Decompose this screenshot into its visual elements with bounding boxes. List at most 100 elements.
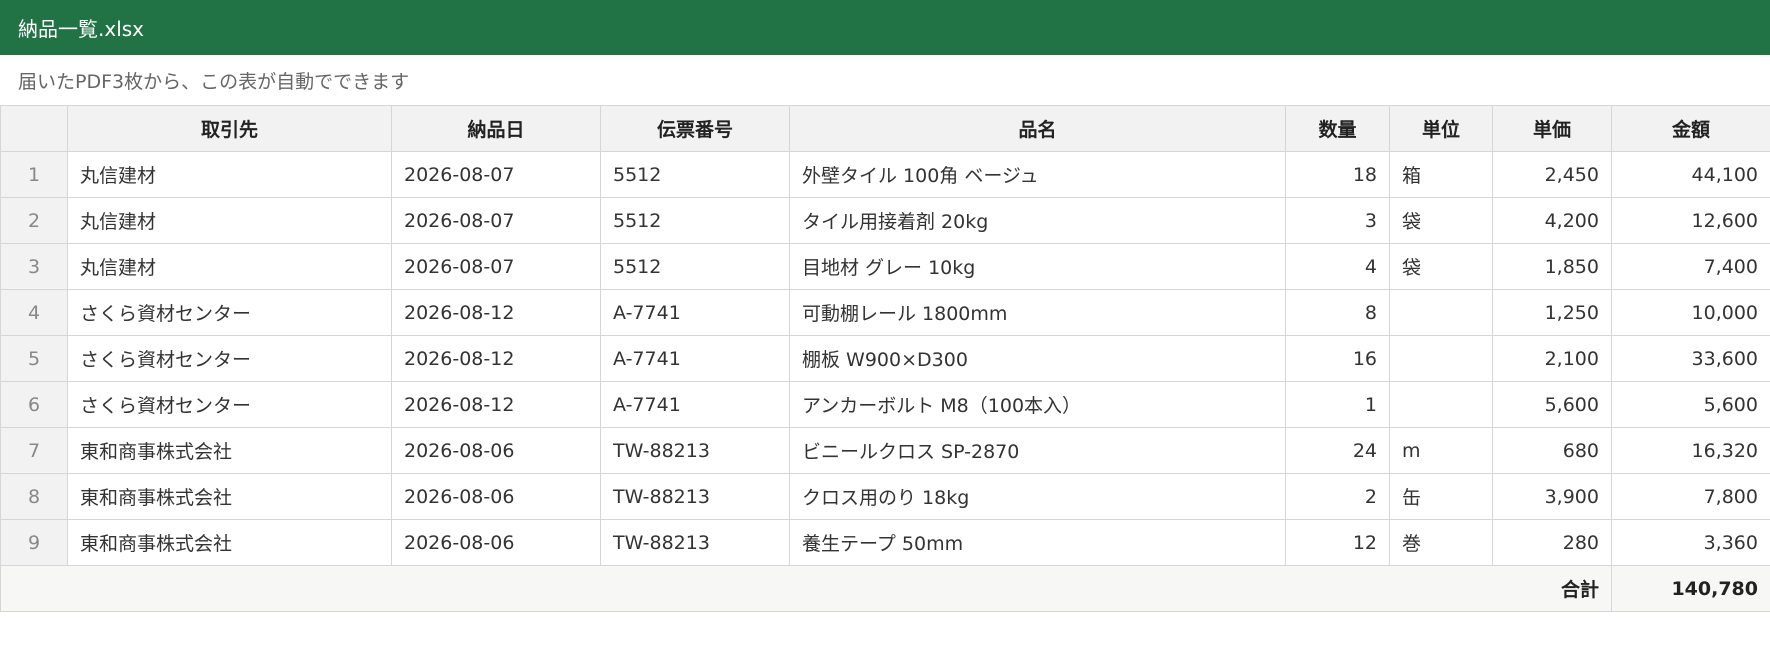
price-cell[interactable]: 2,450 xyxy=(1492,151,1612,198)
slip-cell[interactable]: 5512 xyxy=(600,151,790,198)
item-cell[interactable]: アンカーボルト M8（100本入） xyxy=(789,381,1286,428)
header-row: 取引先 納品日 伝票番号 品名 数量 単位 単価 金額 xyxy=(0,105,1770,152)
date-cell[interactable]: 2026-08-12 xyxy=(391,289,601,336)
qty-cell[interactable]: 12 xyxy=(1285,519,1390,566)
amount-cell[interactable]: 12,600 xyxy=(1611,197,1770,244)
unit-cell[interactable] xyxy=(1389,335,1493,382)
table-row: 7 東和商事株式会社 2026-08-06 TW-88213 ビニールクロス S… xyxy=(0,427,1770,474)
vendor-cell[interactable]: 丸信建材 xyxy=(67,151,392,198)
price-cell[interactable]: 3,900 xyxy=(1492,473,1612,520)
slip-cell[interactable]: 5512 xyxy=(600,243,790,290)
price-cell[interactable]: 5,600 xyxy=(1492,381,1612,428)
column-header-vendor[interactable]: 取引先 xyxy=(67,105,392,152)
column-header-item[interactable]: 品名 xyxy=(789,105,1286,152)
column-header-date[interactable]: 納品日 xyxy=(391,105,601,152)
date-cell[interactable]: 2026-08-06 xyxy=(391,519,601,566)
price-cell[interactable]: 280 xyxy=(1492,519,1612,566)
row-number[interactable]: 7 xyxy=(0,427,68,474)
vendor-cell[interactable]: さくら資材センター xyxy=(67,381,392,428)
item-cell[interactable]: 養生テープ 50mm xyxy=(789,519,1286,566)
vendor-cell[interactable]: 東和商事株式会社 xyxy=(67,427,392,474)
amount-cell[interactable]: 5,600 xyxy=(1611,381,1770,428)
delivery-table: 取引先 納品日 伝票番号 品名 数量 単位 単価 金額 1 丸信建材 2026-… xyxy=(0,105,1770,612)
row-number[interactable]: 5 xyxy=(0,335,68,382)
qty-cell[interactable]: 18 xyxy=(1285,151,1390,198)
price-cell[interactable]: 680 xyxy=(1492,427,1612,474)
unit-cell[interactable]: 箱 xyxy=(1389,151,1493,198)
item-cell[interactable]: 可動棚レール 1800mm xyxy=(789,289,1286,336)
table-row: 5 さくら資材センター 2026-08-12 A-7741 棚板 W900×D3… xyxy=(0,335,1770,382)
slip-cell[interactable]: TW-88213 xyxy=(600,473,790,520)
table-row: 4 さくら資材センター 2026-08-12 A-7741 可動棚レール 180… xyxy=(0,289,1770,336)
amount-cell[interactable]: 7,800 xyxy=(1611,473,1770,520)
slip-cell[interactable]: A-7741 xyxy=(600,381,790,428)
price-cell[interactable]: 1,250 xyxy=(1492,289,1612,336)
item-cell[interactable]: クロス用のり 18kg xyxy=(789,473,1286,520)
item-cell[interactable]: 目地材 グレー 10kg xyxy=(789,243,1286,290)
date-cell[interactable]: 2026-08-07 xyxy=(391,151,601,198)
column-header-price[interactable]: 単価 xyxy=(1492,105,1612,152)
date-cell[interactable]: 2026-08-12 xyxy=(391,381,601,428)
table-row: 8 東和商事株式会社 2026-08-06 TW-88213 クロス用のり 18… xyxy=(0,473,1770,520)
row-number[interactable]: 4 xyxy=(0,289,68,336)
unit-cell[interactable]: m xyxy=(1389,427,1493,474)
unit-cell[interactable]: 袋 xyxy=(1389,243,1493,290)
window-titlebar: 納品一覧.xlsx xyxy=(0,0,1770,55)
item-cell[interactable]: 棚板 W900×D300 xyxy=(789,335,1286,382)
vendor-cell[interactable]: さくら資材センター xyxy=(67,289,392,336)
amount-cell[interactable]: 44,100 xyxy=(1611,151,1770,198)
slip-cell[interactable]: TW-88213 xyxy=(600,519,790,566)
total-label[interactable]: 合計 xyxy=(0,565,1612,612)
item-cell[interactable]: ビニールクロス SP-2870 xyxy=(789,427,1286,474)
item-cell[interactable]: 外壁タイル 100角 ベージュ xyxy=(789,151,1286,198)
row-number[interactable]: 8 xyxy=(0,473,68,520)
date-cell[interactable]: 2026-08-06 xyxy=(391,427,601,474)
price-cell[interactable]: 2,100 xyxy=(1492,335,1612,382)
date-cell[interactable]: 2026-08-12 xyxy=(391,335,601,382)
amount-cell[interactable]: 33,600 xyxy=(1611,335,1770,382)
date-cell[interactable]: 2026-08-07 xyxy=(391,243,601,290)
qty-cell[interactable]: 4 xyxy=(1285,243,1390,290)
qty-cell[interactable]: 24 xyxy=(1285,427,1390,474)
vendor-cell[interactable]: 丸信建材 xyxy=(67,243,392,290)
vendor-cell[interactable]: 丸信建材 xyxy=(67,197,392,244)
unit-cell[interactable] xyxy=(1389,381,1493,428)
unit-cell[interactable]: 巻 xyxy=(1389,519,1493,566)
slip-cell[interactable]: TW-88213 xyxy=(600,427,790,474)
vendor-cell[interactable]: 東和商事株式会社 xyxy=(67,473,392,520)
price-cell[interactable]: 4,200 xyxy=(1492,197,1612,244)
date-cell[interactable]: 2026-08-06 xyxy=(391,473,601,520)
date-cell[interactable]: 2026-08-07 xyxy=(391,197,601,244)
item-cell[interactable]: タイル用接着剤 20kg xyxy=(789,197,1286,244)
vendor-cell[interactable]: さくら資材センター xyxy=(67,335,392,382)
row-number[interactable]: 6 xyxy=(0,381,68,428)
row-number[interactable]: 1 xyxy=(0,151,68,198)
table-row: 6 さくら資材センター 2026-08-12 A-7741 アンカーボルト M8… xyxy=(0,381,1770,428)
unit-cell[interactable]: 袋 xyxy=(1389,197,1493,244)
vendor-cell[interactable]: 東和商事株式会社 xyxy=(67,519,392,566)
amount-cell[interactable]: 10,000 xyxy=(1611,289,1770,336)
qty-cell[interactable]: 3 xyxy=(1285,197,1390,244)
row-number[interactable]: 9 xyxy=(0,519,68,566)
slip-cell[interactable]: A-7741 xyxy=(600,289,790,336)
unit-cell[interactable] xyxy=(1389,289,1493,336)
corner-cell[interactable] xyxy=(0,105,68,152)
slip-cell[interactable]: A-7741 xyxy=(600,335,790,382)
column-header-amount[interactable]: 金額 xyxy=(1611,105,1770,152)
column-header-slip[interactable]: 伝票番号 xyxy=(600,105,790,152)
column-header-unit[interactable]: 単位 xyxy=(1389,105,1493,152)
row-number[interactable]: 3 xyxy=(0,243,68,290)
row-number[interactable]: 2 xyxy=(0,197,68,244)
slip-cell[interactable]: 5512 xyxy=(600,197,790,244)
qty-cell[interactable]: 1 xyxy=(1285,381,1390,428)
column-header-qty[interactable]: 数量 xyxy=(1285,105,1390,152)
amount-cell[interactable]: 16,320 xyxy=(1611,427,1770,474)
amount-cell[interactable]: 7,400 xyxy=(1611,243,1770,290)
qty-cell[interactable]: 16 xyxy=(1285,335,1390,382)
unit-cell[interactable]: 缶 xyxy=(1389,473,1493,520)
qty-cell[interactable]: 2 xyxy=(1285,473,1390,520)
total-amount[interactable]: 140,780 xyxy=(1611,565,1770,612)
qty-cell[interactable]: 8 xyxy=(1285,289,1390,336)
price-cell[interactable]: 1,850 xyxy=(1492,243,1612,290)
amount-cell[interactable]: 3,360 xyxy=(1611,519,1770,566)
